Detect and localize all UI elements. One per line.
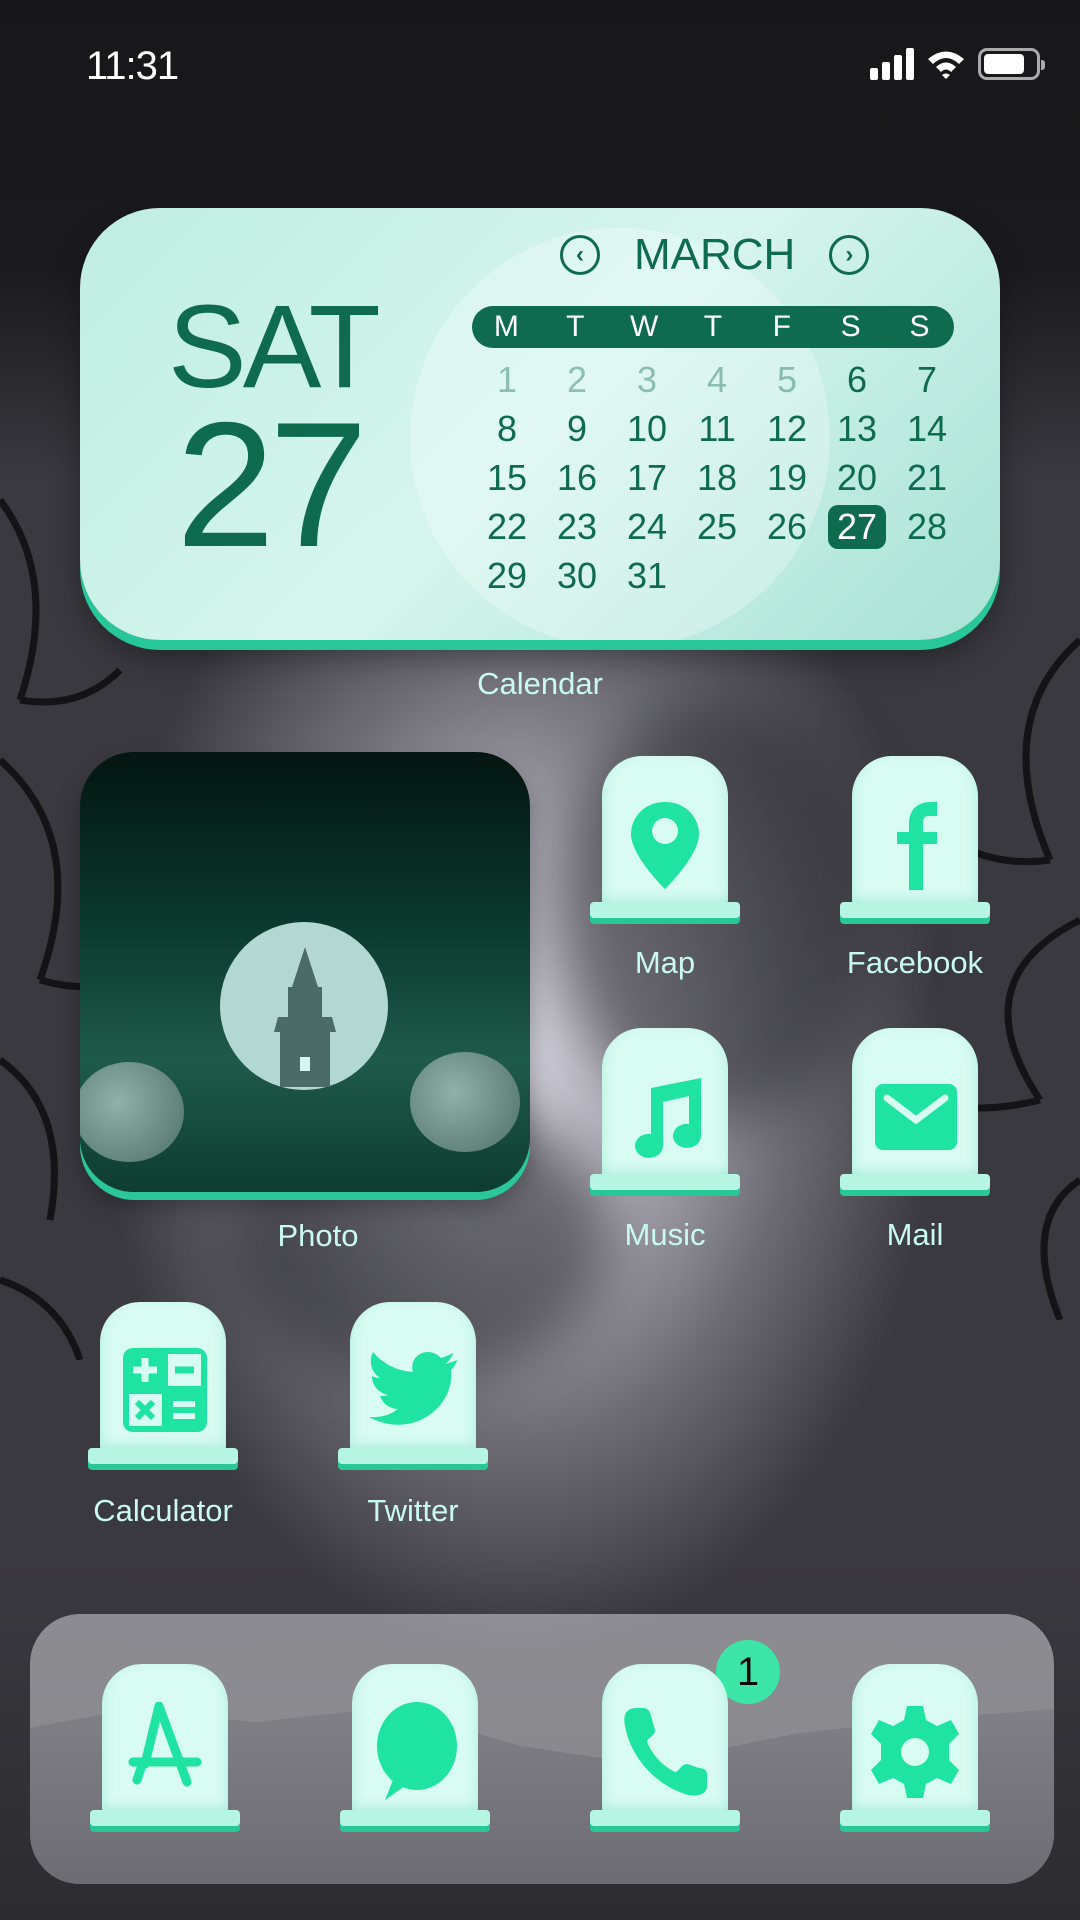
chevron-right-icon[interactable]: › bbox=[829, 235, 870, 275]
weekday-label: S bbox=[909, 310, 930, 343]
calendar-label: Calendar bbox=[477, 666, 603, 701]
calendar-day[interactable]: 23 bbox=[542, 505, 612, 549]
calendar-day[interactable]: 6 bbox=[822, 358, 892, 402]
calendar-widget[interactable]: SAT 27 ‹ MARCH › MTWTFSS 1 2 3 4 5 6 7 8 9 10 11 12… bbox=[80, 208, 1000, 640]
photo-label: Photo bbox=[277, 1218, 359, 1253]
calendar-month: MARCH bbox=[634, 230, 796, 279]
weekday-label: M bbox=[493, 310, 519, 343]
tombstone-base bbox=[840, 1810, 990, 1826]
weekday-label: T bbox=[566, 310, 585, 343]
app-label: Facebook bbox=[846, 945, 984, 980]
calendar-day[interactable]: 4 bbox=[682, 358, 752, 402]
facebook-icon bbox=[897, 802, 937, 890]
phone-icon bbox=[624, 1708, 707, 1796]
calendar-day[interactable]: 26 bbox=[752, 505, 822, 549]
calendar-day[interactable]: 18 bbox=[682, 456, 752, 500]
twitter-bird-icon bbox=[369, 1352, 457, 1425]
chevron-left-icon[interactable]: ‹ bbox=[560, 235, 600, 275]
status-time: 11:31 bbox=[86, 44, 179, 88]
calendar-day[interactable]: 11 bbox=[682, 407, 752, 451]
weekday-label: W bbox=[629, 310, 659, 343]
app-store-icon bbox=[128, 1702, 202, 1787]
app-icon-calculator[interactable] bbox=[88, 1302, 238, 1472]
app-icon-music[interactable] bbox=[590, 1028, 740, 1198]
map-pin-icon bbox=[631, 802, 699, 889]
app-icon-app-store[interactable] bbox=[90, 1664, 240, 1834]
calendar-day-today[interactable]: 27 bbox=[828, 505, 886, 549]
app-label: Mail bbox=[886, 1217, 944, 1252]
calendar-day-grid: 1 2 3 4 5 6 7 8 9 10 11 12 13 14 15 16 17 18 19 20 21 22 23 24 2… bbox=[472, 358, 962, 598]
calendar-day[interactable]: 12 bbox=[752, 407, 822, 451]
weekday-label: S bbox=[840, 310, 861, 343]
calendar-day[interactable]: 3 bbox=[612, 358, 682, 402]
calendar-day[interactable]: 17 bbox=[612, 456, 682, 500]
battery-icon bbox=[978, 48, 1045, 80]
calendar-day[interactable]: 30 bbox=[542, 554, 612, 598]
tombstone-base bbox=[590, 1810, 740, 1826]
calendar-day[interactable]: 29 bbox=[472, 554, 542, 598]
music-note-icon bbox=[635, 1078, 701, 1158]
calculator-icon bbox=[123, 1348, 207, 1432]
photo-widget[interactable] bbox=[80, 752, 530, 1192]
pumpkin-image bbox=[410, 1052, 520, 1152]
pumpkin-image bbox=[80, 1062, 184, 1162]
app-icon-settings[interactable] bbox=[840, 1664, 990, 1834]
tombstone-base bbox=[590, 902, 740, 918]
tombstone-base bbox=[840, 902, 990, 918]
app-icon-twitter[interactable] bbox=[338, 1302, 488, 1472]
calendar-day[interactable]: 20 bbox=[822, 456, 892, 500]
calendar-day[interactable]: 21 bbox=[892, 456, 962, 500]
tombstone-base bbox=[90, 1810, 240, 1826]
calendar-day[interactable]: 15 bbox=[472, 456, 542, 500]
tombstone-base bbox=[88, 1448, 238, 1464]
calendar-day[interactable]: 16 bbox=[542, 456, 612, 500]
haunted-house-image bbox=[274, 947, 336, 1087]
app-icon-messages[interactable] bbox=[340, 1664, 490, 1834]
calendar-day[interactable]: 9 bbox=[542, 407, 612, 451]
cellular-signal-icon bbox=[870, 48, 914, 80]
weekday-header: MTWTFSS bbox=[472, 306, 954, 348]
calendar-day[interactable]: 5 bbox=[752, 358, 822, 402]
app-label: Twitter bbox=[367, 1493, 459, 1528]
app-icon-mail[interactable] bbox=[840, 1028, 990, 1198]
tombstone-base bbox=[338, 1448, 488, 1464]
tombstone-base bbox=[840, 1174, 990, 1190]
calendar-day[interactable]: 19 bbox=[752, 456, 822, 500]
app-label: Music bbox=[624, 1217, 706, 1252]
status-icons bbox=[870, 48, 1045, 80]
calendar-day[interactable]: 10 bbox=[612, 407, 682, 451]
gear-icon bbox=[871, 1706, 959, 1798]
calendar-day[interactable]: 1 bbox=[472, 358, 542, 402]
calendar-day[interactable]: 28 bbox=[892, 505, 962, 549]
app-label: Map bbox=[634, 945, 696, 980]
tombstone-base bbox=[590, 1174, 740, 1190]
calendar-date: 27 bbox=[176, 385, 368, 584]
weekday-label: T bbox=[703, 310, 723, 343]
weekday-label: F bbox=[772, 310, 791, 343]
app-label: Calculator bbox=[93, 1493, 233, 1528]
message-bubble-icon bbox=[377, 1702, 457, 1800]
calendar-day[interactable]: 24 bbox=[612, 505, 682, 549]
calendar-day[interactable]: 7 bbox=[892, 358, 962, 402]
calendar-month-header: ‹ MARCH › bbox=[560, 230, 870, 280]
calendar-day[interactable]: 25 bbox=[682, 505, 752, 549]
calendar-day[interactable]: 14 bbox=[892, 407, 962, 451]
wifi-icon bbox=[928, 51, 964, 79]
calendar-day[interactable]: 13 bbox=[822, 407, 892, 451]
calendar-day[interactable]: 31 bbox=[612, 554, 682, 598]
calendar-day[interactable]: 2 bbox=[542, 358, 612, 402]
calendar-day[interactable]: 22 bbox=[472, 505, 542, 549]
calendar-day[interactable]: 8 bbox=[472, 407, 542, 451]
app-icon-phone[interactable] bbox=[590, 1664, 740, 1834]
tombstone-base bbox=[340, 1810, 490, 1826]
app-icon-map[interactable] bbox=[590, 756, 740, 926]
app-icon-facebook[interactable] bbox=[840, 756, 990, 926]
mail-envelope-icon bbox=[875, 1084, 957, 1150]
